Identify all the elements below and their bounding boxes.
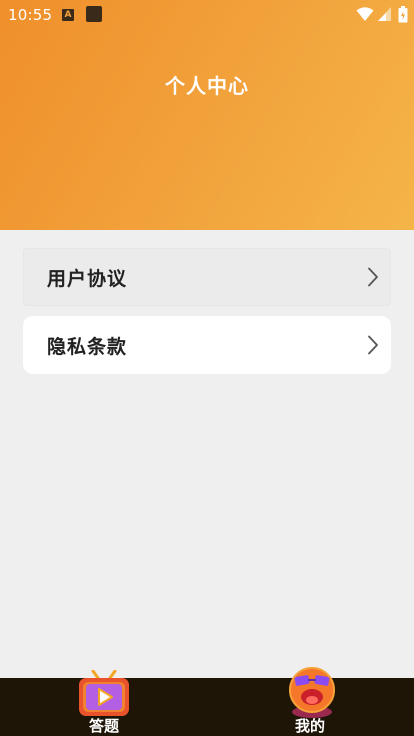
user-agreement-label: 用户协议 <box>47 268 128 290</box>
profile-header: 10:55 A 个人中心 <box>0 0 414 230</box>
page-title: 个人中心 <box>165 74 249 98</box>
battery-icon <box>398 6 408 23</box>
bottom-tab-bar: 答题 我的 <box>0 667 414 736</box>
tab-mine-label: 我的 <box>294 717 325 735</box>
tv-play-icon <box>79 670 129 716</box>
a-notification-icon: A <box>62 9 74 21</box>
wifi-icon <box>356 7 374 21</box>
chevron-right-icon <box>368 335 378 355</box>
user-agreement-item[interactable]: 用户协议 <box>23 248 391 306</box>
status-time: 10:55 <box>8 6 53 24</box>
tab-quiz[interactable]: 答题 <box>64 670 144 736</box>
chevron-right-icon <box>368 267 378 287</box>
status-bar: 10:55 A <box>0 0 414 30</box>
tab-mine[interactable]: 我的 <box>270 667 350 736</box>
privacy-policy-item[interactable]: 隐私条款 <box>23 316 391 374</box>
privacy-policy-label: 隐私条款 <box>47 336 128 358</box>
tab-quiz-label: 答题 <box>88 717 119 735</box>
cool-face-icon <box>289 667 335 718</box>
app-notification-icon <box>86 6 102 22</box>
signal-icon <box>378 7 391 21</box>
